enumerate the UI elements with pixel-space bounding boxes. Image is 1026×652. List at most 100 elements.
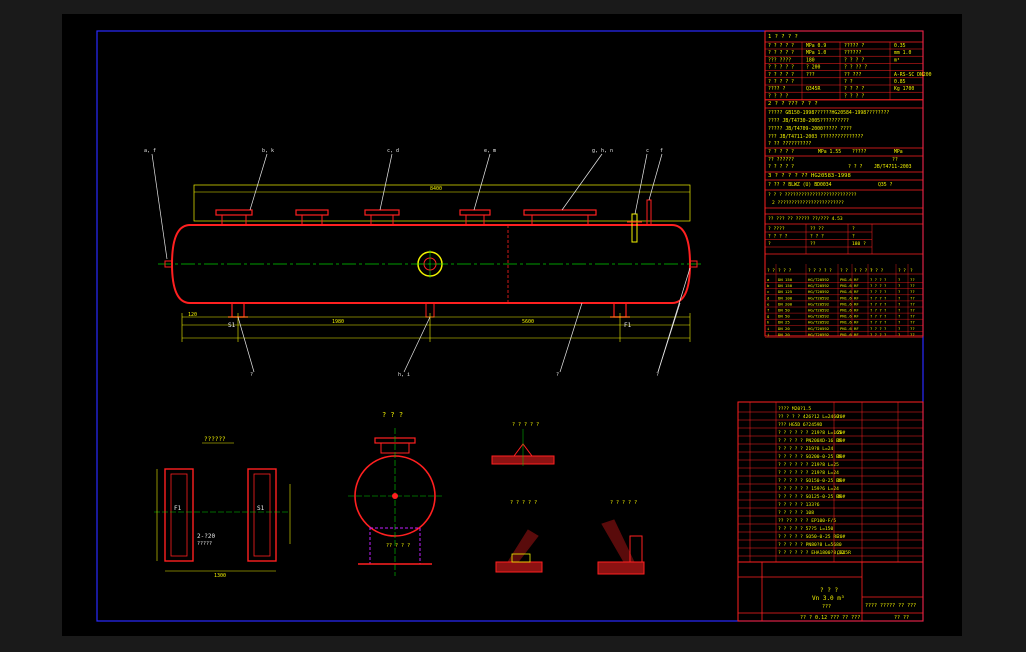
test-9: JB/T4711-2003 [874, 164, 912, 170]
nozzle-cell: ?? [910, 295, 915, 300]
drawing-no: ???? ????? ?? ??? [865, 603, 916, 609]
bom-cell: ? ? ? ? ? SO150-0-25 RF [778, 478, 842, 484]
nozzle-cell: b [767, 283, 770, 288]
coating-2: Q35 ? [878, 182, 893, 188]
bom-cell: 20# [837, 438, 846, 444]
nozzle-cell: f [767, 308, 770, 313]
bom-cell: ? ? ? ? ? ? 219?8 L=25 [778, 462, 839, 468]
nozzle-cell: ? [898, 320, 900, 325]
nozzle-cell: i [767, 326, 770, 331]
anchor-cell: ? ???? [768, 226, 785, 232]
callout-8: ? [250, 372, 253, 378]
anchor-cell: ?? ?? [810, 226, 824, 232]
nozzle-cell: d [767, 295, 769, 300]
nozzle-header-cell: ? ? [840, 268, 848, 274]
spec-cell: Kg 1700 [894, 86, 914, 92]
nozzle-c [364, 209, 400, 226]
label-f1: F1 [624, 322, 632, 329]
nozzle-cell: RF [854, 320, 859, 325]
bom-cell: ? ? ? ? ? PN200XD-16 RF [778, 438, 842, 444]
weld1-title: ? ? ? ? ? [512, 422, 539, 428]
dim-bottom-1: 120 [188, 312, 197, 318]
bom-cell: ? ? ? ? ? 219?8 L=24 [778, 446, 834, 452]
saddle-s1: S1 [257, 505, 265, 512]
callout-2: b, k [262, 148, 274, 154]
nozzle-cell: DN 20 [778, 332, 790, 337]
bom-cell: Q345R [837, 550, 851, 556]
spec-table: 1 ? ? ? ? ? ? ? ? ? MPa 0.9????? ? 0.35? ?… [764, 30, 932, 338]
nozzle-header-cell: ? ? ? ? ? [808, 268, 832, 274]
bom-cell: 20# [837, 454, 846, 460]
bom-cell: ?? ? ? ? 426?12 L=2460 [778, 414, 839, 420]
title-org: ?? ? 0.12 ??? ?? ??? [800, 615, 860, 621]
title-line2: Vn 3.0 m³ [812, 595, 845, 602]
test-2: MPa 1.55 [818, 149, 841, 155]
bom-cell: ? ? ? ? ? SO125-0-25 RF [778, 494, 842, 500]
anchor-cell: ?? [810, 241, 816, 247]
bom-cell: 20# [837, 430, 846, 436]
title-sheet: ?? ?? [894, 615, 909, 621]
nozzle-cell: ?? [910, 308, 915, 313]
anchor-cell: ? ? ? ? [768, 234, 788, 240]
nozzle-cell: PN1.6 [840, 301, 852, 306]
nozzle-cell: ? [898, 332, 900, 337]
nozzle-e [523, 209, 597, 226]
bom-cell: 20# [837, 494, 846, 500]
spec-cell: ? ? ? ? ? [768, 72, 794, 78]
nozzle-header-cell: ? ? [898, 268, 906, 274]
nozzle-cell: HG/T20592 [808, 332, 830, 337]
nozzle-cell: PN1.6 [840, 277, 852, 282]
weld3-title: ? ? ? ? ? [610, 500, 637, 506]
spec-cell: ??? [806, 72, 815, 78]
nozzle-cell: HG/T20592 [808, 283, 830, 288]
nozzle-cell: e [767, 301, 770, 306]
nozzle-cell: DN 200 [778, 301, 793, 306]
spec-section1: 1 ? ? ? ? [768, 34, 798, 40]
nozzle-cell: RF [854, 308, 859, 313]
nozzle-cell: ? [898, 301, 900, 306]
weld-detail-2: ? ? ? ? ? [495, 500, 543, 573]
nozzle-cell: ?? [910, 326, 915, 331]
nozzle-a [215, 209, 253, 226]
spec-cell: ? ? ?? ? [844, 65, 867, 71]
callout-9: h, i [398, 372, 410, 378]
cad-drawing: 8400 120 1980 5600 S1 F1 a, f b, k c, d … [96, 30, 932, 622]
vessel-elevation: 8400 120 1980 5600 S1 F1 a, f b, k c, d … [144, 148, 702, 378]
nozzle-cell: HG/T20592 [808, 277, 830, 282]
callout-6: c [646, 148, 649, 154]
test-8: ? ? ? [848, 164, 863, 170]
bom-cell: ? ? ? ? ? ? 219?8 L=165 [778, 430, 842, 436]
bom-cell: ? ? ? ? ? SO50-0-25 RF [778, 534, 839, 540]
saddle-dim: 1300 [214, 573, 226, 579]
nozzle-cell: HG/T20592 [808, 314, 830, 319]
anchor-cell: ? [852, 234, 855, 240]
nozzle-header-cell: ? ? ? [870, 268, 884, 274]
nozzle-cell: HG/T20592 [808, 308, 830, 313]
nozzle-cell: ? ? ? ? [870, 314, 886, 319]
test-4: MPa [894, 149, 903, 155]
bom-cell: 20# [837, 414, 846, 420]
nozzle-cell: g [767, 314, 769, 319]
std-3: ????? JB/T4709-2000????? ???? [768, 126, 852, 132]
nozzle-cell: RF [854, 289, 859, 294]
note-1: ? ? ? ?????????????????????????? [768, 192, 857, 198]
spec-section2: 2 ? ? ??? ? ? ? [768, 101, 818, 107]
nozzle-cell: DN 50 [778, 314, 790, 319]
weld-detail-1: ? ? ? ? ? [491, 422, 555, 466]
bom-cell: ??? HG5D 6?2459D [778, 422, 822, 428]
bom-table: ???? M20?1.5?? ? ? ? 426?12 L=246020#???… [737, 401, 924, 563]
callout-10: ? [556, 372, 559, 378]
nozzle-cell: PN1.6 [840, 326, 852, 331]
nozzle-cell: PN1.6 [840, 289, 852, 294]
spec-cell: ?????? [844, 50, 861, 56]
nozzle-cell: RF [854, 332, 859, 337]
nozzle-cell: PN1.6 [840, 320, 852, 325]
bom-cell: ???? M20?1.5 [778, 406, 811, 412]
callout-1: a, f [144, 148, 156, 154]
nozzle-cell: ? ? ? ? [870, 332, 886, 337]
weld-detail-3: ? ? ? ? ? [597, 500, 645, 575]
nozzle-cell: j [767, 332, 769, 337]
nozzle-cell: PN1.6 [840, 314, 852, 319]
callout-3: c, d [387, 148, 399, 154]
nozzle-cell: HG/T20592 [808, 301, 830, 306]
